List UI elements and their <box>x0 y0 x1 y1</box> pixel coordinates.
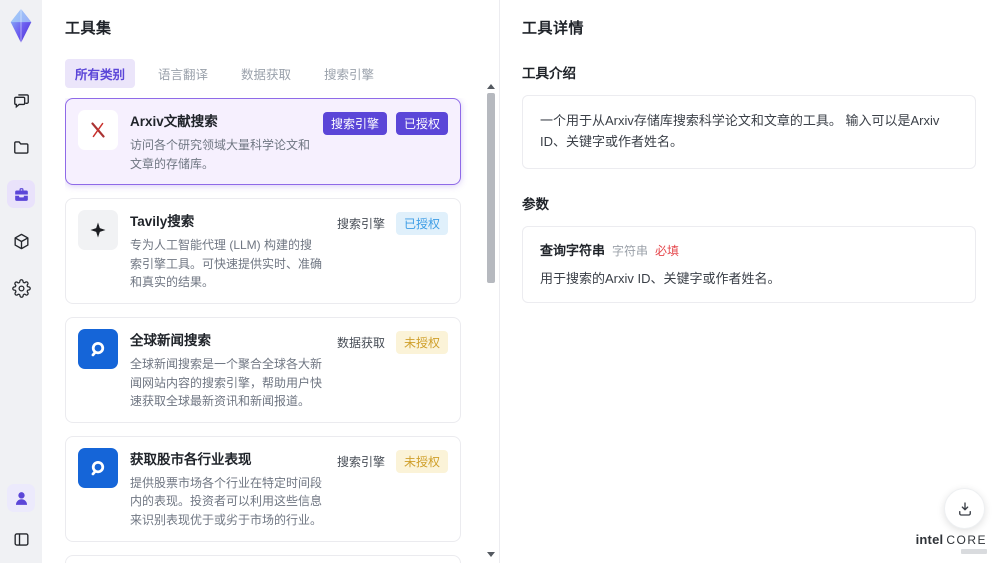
param-name: 查询字符串 <box>540 242 606 258</box>
scroll-up-icon[interactable] <box>487 84 495 89</box>
panel-toggle-icon <box>13 532 29 546</box>
tool-card-global-news[interactable]: 全球新闻搜索 全球新闻搜索是一个聚合全球各大新闻网站内容的搜索引擎，帮助用户快速… <box>65 316 461 423</box>
tool-title: Arxiv文献搜索 <box>130 114 218 129</box>
tool-description: 全球新闻搜索是一个聚合全球各大新闻网站内容的搜索引擎，帮助用户快速获取全球最新资… <box>130 356 323 409</box>
scroll-down-icon[interactable] <box>487 552 495 557</box>
detail-title: 工具详情 <box>522 20 585 37</box>
intro-heading: 工具介绍 <box>522 66 576 81</box>
brand-bar <box>961 549 987 554</box>
category-badge: 搜索引擎 <box>336 454 385 469</box>
status-badge: 已授权 <box>395 112 448 135</box>
arxiv-logo-icon <box>78 110 118 150</box>
sidebar-item-models[interactable] <box>7 227 35 255</box>
category-badge: 数据获取 <box>336 335 385 350</box>
tool-list-pane: 工具集 所有类别 语言翻译 数据获取 搜索引擎 Arxiv文献搜索 访问各个研究… <box>42 0 500 563</box>
category-badge: 搜索引擎 <box>336 217 385 232</box>
sidebar-item-files[interactable] <box>7 133 35 161</box>
folder-icon <box>13 140 29 154</box>
app-logo[interactable] <box>6 8 36 44</box>
param-required-badge: 必填 <box>655 243 680 258</box>
toolbox-icon <box>14 187 28 201</box>
tool-card-arxiv[interactable]: Arxiv文献搜索 访问各个研究领域大量科学论文和文章的存储库。 搜索引擎 已授… <box>65 98 461 186</box>
download-icon <box>958 501 971 516</box>
status-badge: 未授权 <box>395 449 448 473</box>
news-search-icon <box>78 447 118 488</box>
tool-description: 提供股票市场各个行业在特定时间段内的表现。投资者可以利用这些信息来识别表现优于或… <box>130 475 323 527</box>
tab-data-fetch[interactable]: 数据获取 <box>231 59 301 88</box>
tool-card-list: Arxiv文献搜索 访问各个研究领域大量科学论文和文章的存储库。 搜索引擎 已授… <box>65 98 477 563</box>
category-badge: 搜索引擎 <box>322 112 387 135</box>
tab-all-categories[interactable]: 所有类别 <box>65 59 136 88</box>
sidebar-item-tools[interactable] <box>7 180 35 208</box>
list-scrollbar[interactable] <box>486 84 496 557</box>
tool-card-active-stocks[interactable]: 获取市场最活跃股票信息 提供当天交易量最高的股票列表，投资者可以利用这些信息来识… <box>65 554 461 563</box>
tool-description: 访问各个研究领域大量科学论文和文章的存储库。 <box>130 138 311 171</box>
parameter-item: 查询字符串 字符串 必填 用于搜索的Arxiv ID、关键字或作者姓名。 <box>522 225 976 303</box>
chat-icon <box>13 93 29 108</box>
brand-intel-text: intel <box>915 532 944 547</box>
page-title: 工具集 <box>65 20 112 37</box>
sidebar-item-collapse[interactable] <box>7 525 35 553</box>
tavily-star-icon <box>78 210 118 251</box>
params-heading: 参数 <box>522 196 549 212</box>
download-button[interactable] <box>944 488 985 529</box>
tab-translation[interactable]: 语言翻译 <box>148 59 218 88</box>
gear-icon <box>11 278 31 298</box>
news-search-icon <box>78 328 118 369</box>
sidebar-item-chat[interactable] <box>7 86 35 114</box>
intel-core-logo: intel CORE <box>916 532 987 554</box>
tool-description: 专为人工智能代理 (LLM) 构建的搜索引擎工具。可快速提供实时、准确和真实的结… <box>130 238 323 290</box>
status-badge: 未授权 <box>395 330 448 354</box>
left-rail <box>0 0 42 563</box>
tool-card-sector-performance[interactable]: 获取股市各行业表现 提供股票市场各个行业在特定时间段内的表现。投资者可以利用这些… <box>65 435 461 542</box>
tool-intro-text: 一个用于从Arxiv存储库搜索科学论文和文章的工具。 输入可以是Arxiv ID… <box>522 95 976 169</box>
crystal-logo-icon <box>10 8 32 43</box>
category-tabs: 所有类别 语言翻译 数据获取 搜索引擎 <box>65 59 477 88</box>
tool-title: 获取股市各行业表现 <box>130 451 252 467</box>
tool-detail-pane: 工具详情 工具介绍 一个用于从Arxiv存储库搜索科学论文和文章的工具。 输入可… <box>500 0 1000 563</box>
sidebar-item-account[interactable] <box>7 484 35 512</box>
tool-title: Tavily搜索 <box>130 214 195 230</box>
sidebar-item-settings[interactable] <box>7 274 35 302</box>
status-badge: 已授权 <box>395 212 448 236</box>
brand-core-text: CORE <box>946 533 987 547</box>
param-type: 字符串 <box>612 243 649 258</box>
user-icon <box>15 491 27 505</box>
tool-title: 全球新闻搜索 <box>130 332 211 348</box>
cube-icon <box>13 233 29 249</box>
scrollbar-thumb[interactable] <box>487 93 495 283</box>
param-description: 用于搜索的Arxiv ID、关键字或作者姓名。 <box>540 270 781 286</box>
tab-search-engine[interactable]: 搜索引擎 <box>314 59 384 88</box>
tool-card-tavily[interactable]: Tavily搜索 专为人工智能代理 (LLM) 构建的搜索引擎工具。可快速提供实… <box>65 198 461 304</box>
